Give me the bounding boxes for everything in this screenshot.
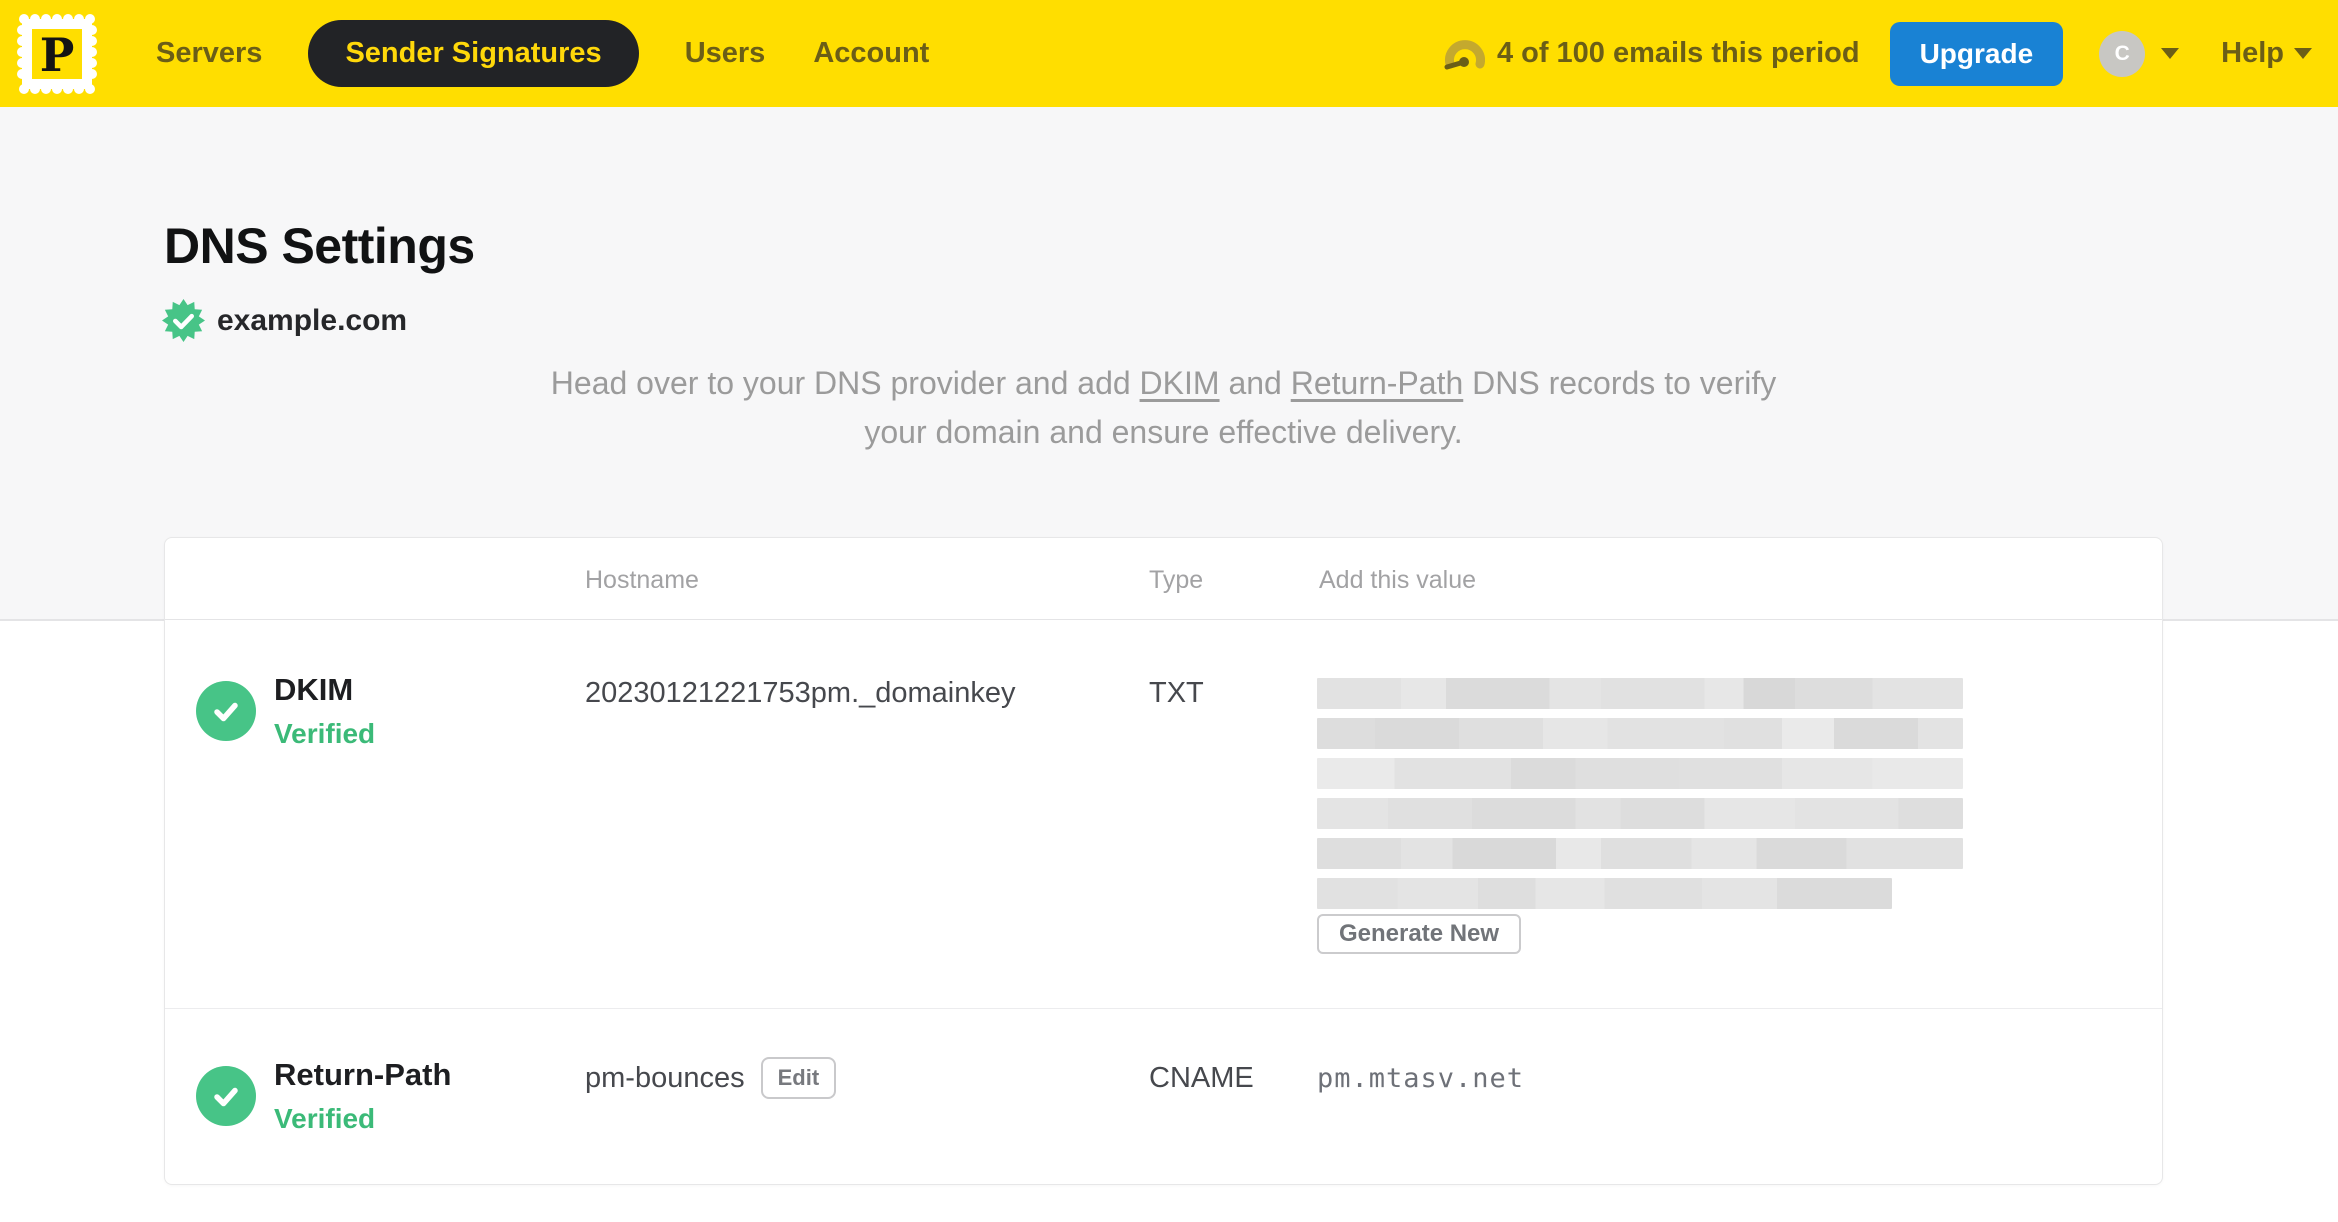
account-menu[interactable]: C	[2099, 30, 2180, 77]
table-row-return-path: Return-Path Verified pm-bounces Edit CNA…	[165, 1009, 2162, 1183]
nav-item-account[interactable]: Account	[811, 37, 931, 70]
record-hostname: 20230121221753pm._domainkey	[585, 677, 1016, 709]
check-circle-icon	[196, 681, 256, 741]
postmark-stamp-icon[interactable]: P	[16, 13, 98, 95]
usage-counter: 4 of 100 emails this period	[1496, 37, 1860, 69]
domain-row: example.com	[162, 299, 407, 342]
table-header: Hostname Type Add this value	[165, 538, 2162, 620]
page-title: DNS Settings	[164, 218, 475, 274]
redacted-bar	[1317, 838, 1963, 869]
domain-name: example.com	[217, 303, 408, 337]
primary-nav: Servers Sender Signatures Users Account	[154, 20, 931, 87]
record-hostname-group: pm-bounces Edit	[585, 1057, 837, 1099]
redacted-bar	[1317, 798, 1963, 829]
check-circle-icon	[196, 1066, 256, 1126]
page-description: Head over to your DNS provider and add D…	[164, 359, 2163, 457]
upgrade-button[interactable]: Upgrade	[1889, 21, 2064, 86]
top-navbar: P Servers Sender Signatures Users Accoun…	[0, 0, 2338, 107]
record-type: TXT	[1149, 677, 1204, 709]
dkim-value-redacted	[1317, 678, 1963, 918]
record-status-badge: Verified	[274, 1103, 376, 1134]
dns-records-card: Hostname Type Add this value DKIM Verifi…	[164, 537, 2163, 1185]
description-text: Head over to your DNS provider and add	[550, 365, 1140, 401]
redacted-bar	[1317, 678, 1963, 709]
logo-letter: P	[40, 28, 75, 82]
usage-link[interactable]: 4 of 100 emails this period	[1443, 36, 1860, 72]
record-value: pm.mtasv.net	[1317, 1063, 1525, 1094]
column-header-hostname: Hostname	[585, 566, 699, 594]
redacted-bar	[1317, 758, 1963, 789]
record-name: DKIM	[274, 672, 354, 707]
record-type: CNAME	[1149, 1062, 1254, 1094]
record-status-badge: Verified	[274, 718, 376, 749]
redacted-bar	[1317, 878, 1892, 909]
caret-down-icon	[2161, 48, 2180, 59]
record-hostname: pm-bounces	[585, 1061, 745, 1094]
column-header-type: Type	[1149, 566, 1204, 594]
table-row-dkim: DKIM Verified 20230121221753pm._domainke…	[165, 620, 2162, 1009]
help-label: Help	[2221, 37, 2284, 69]
nav-item-sender-signatures[interactable]: Sender Signatures	[308, 20, 639, 87]
main-content: DNS Settings example.com Head over to yo…	[0, 107, 2338, 1222]
navbar-right: 4 of 100 emails this period Upgrade C He…	[1443, 21, 2312, 86]
description-text: and	[1219, 365, 1291, 401]
verified-seal-icon	[162, 299, 205, 342]
avatar: C	[2099, 30, 2146, 77]
return-path-link[interactable]: Return-Path	[1291, 365, 1464, 401]
column-header-value: Add this value	[1319, 566, 1477, 594]
dkim-link[interactable]: DKIM	[1140, 365, 1220, 401]
caret-down-icon	[2294, 48, 2312, 59]
generate-new-button[interactable]: Generate New	[1317, 914, 1522, 954]
redacted-bar	[1317, 718, 1963, 749]
help-menu[interactable]: Help	[2221, 37, 2312, 70]
gauge-icon	[1444, 39, 1485, 69]
edit-button[interactable]: Edit	[760, 1057, 837, 1099]
nav-item-users[interactable]: Users	[683, 37, 768, 70]
record-name: Return-Path	[274, 1057, 452, 1092]
nav-item-servers[interactable]: Servers	[154, 37, 264, 70]
